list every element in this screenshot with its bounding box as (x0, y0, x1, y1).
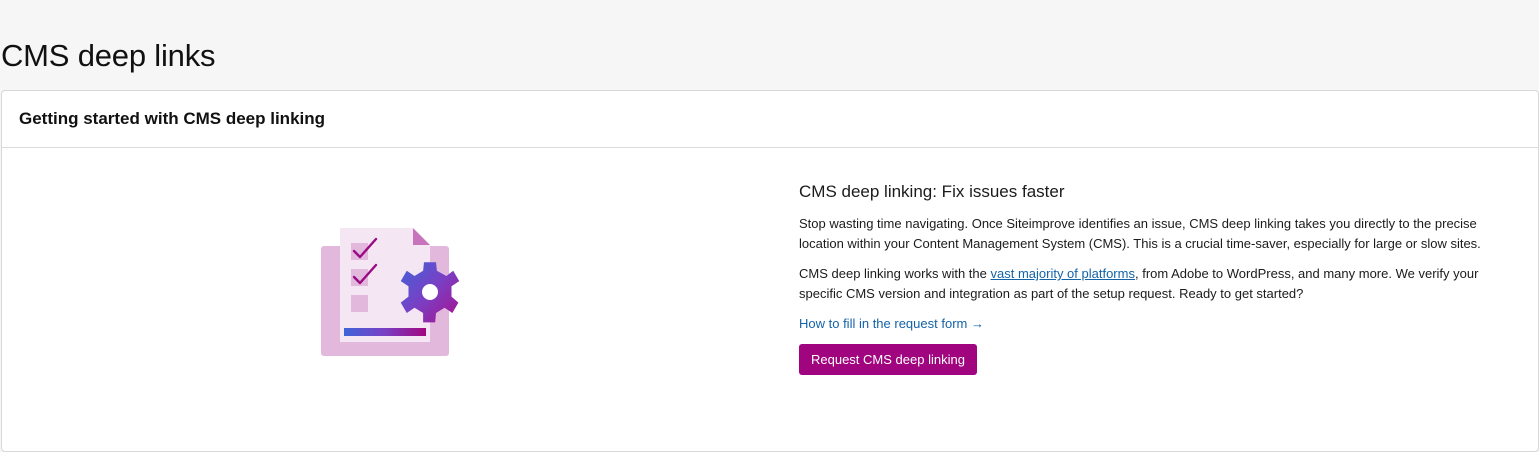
request-cms-deep-linking-button[interactable]: Request CMS deep linking (799, 344, 977, 375)
page-title: CMS deep links (1, 38, 216, 73)
section-title: CMS deep linking: Fix issues faster (799, 182, 1065, 201)
card-content: CMS deep linking: Fix issues faster Stop… (799, 181, 1519, 375)
platforms-text-before: CMS deep linking works with the (799, 266, 991, 281)
platforms-paragraph: CMS deep linking works with the vast maj… (799, 264, 1519, 304)
request-form-help-link[interactable]: How to fill in the request form → (799, 316, 984, 331)
checklist-gear-illustration (321, 228, 460, 356)
card-title: Getting started with CMS deep linking (19, 109, 326, 128)
description-paragraph: Stop wasting time navigating. Once Sitei… (799, 216, 1481, 251)
getting-started-card: Getting started with CMS deep linking CM… (1, 90, 1539, 452)
card-header: Getting started with CMS deep linking (2, 91, 1538, 148)
vast-majority-of-platforms-link[interactable]: vast majority of platforms (990, 266, 1135, 281)
